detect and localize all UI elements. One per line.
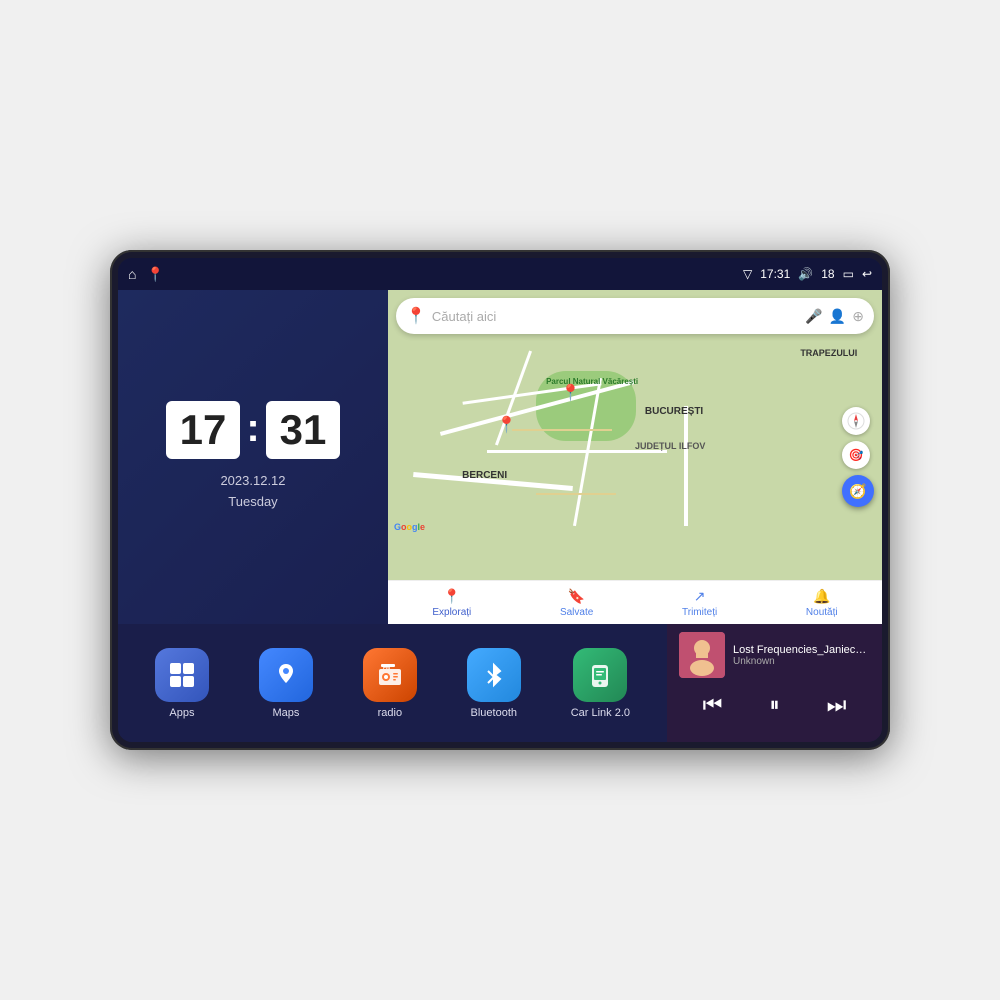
map-tab-saved[interactable]: 🔖 Salvate — [560, 588, 593, 618]
volume-level: 18 — [821, 267, 834, 281]
google-logo: Google — [394, 522, 425, 532]
map-tab-news[interactable]: 🔔 Noutăți — [806, 588, 838, 618]
music-info: Lost Frequencies_Janieck Devy-... Unknow… — [679, 632, 870, 678]
map-right-buttons: 🎯 🧭 — [842, 407, 874, 507]
map-label-bucuresti: BUCUREȘTI — [645, 406, 703, 417]
clock-status: 17:31 — [760, 267, 790, 281]
map-bottom-bar: 📍 Explorați 🔖 Salvate ↗ Trimiteți 🔔 — [388, 580, 882, 624]
send-icon: ↗ — [694, 588, 706, 605]
status-bar: ⌂ 📍 ▽ 17:31 🔊 18 ▭ ↩ — [118, 258, 882, 290]
device-screen: ⌂ 📍 ▽ 17:31 🔊 18 ▭ ↩ 17 : — [118, 258, 882, 742]
status-bar-left: ⌂ 📍 — [128, 266, 164, 283]
saved-label: Salvate — [560, 607, 593, 618]
map-tab-send[interactable]: ↗ Trimiteți — [682, 588, 717, 618]
home-icon[interactable]: ⌂ — [128, 266, 136, 282]
bluetooth-label: Bluetooth — [471, 707, 517, 719]
carlink-icon — [573, 648, 627, 702]
main-content: 17 : 31 2023.12.12 Tuesday 📍 Căutați aic… — [118, 290, 882, 742]
road-extra3 — [512, 429, 612, 431]
music-player: Lost Frequencies_Janieck Devy-... Unknow… — [667, 624, 882, 742]
volume-icon: 🔊 — [798, 267, 813, 281]
map-pin-leroy: 📍 — [497, 415, 517, 435]
map-label-parcul: Parcul Natural Văcărești — [546, 377, 638, 386]
app-item-radio[interactable]: FM radio — [363, 648, 417, 719]
map-search-bar[interactable]: 📍 Căutați aici 🎤 👤 ⊕ — [396, 298, 874, 334]
compass-button[interactable] — [842, 407, 870, 435]
bluetooth-icon — [467, 648, 521, 702]
google-maps-icon: 📍 — [406, 306, 426, 326]
map-label-trapezului: TRAPEZULUI — [800, 348, 857, 358]
music-artist: Unknown — [733, 656, 870, 667]
map-label-berceni: BERCENI — [462, 470, 507, 481]
status-bar-right: ▽ 17:31 🔊 18 ▭ ↩ — [743, 267, 872, 281]
maps-icon — [259, 648, 313, 702]
account-icon[interactable]: 👤 — [829, 308, 846, 325]
carlink-label: Car Link 2.0 — [571, 707, 630, 719]
explore-icon: 📍 — [443, 588, 460, 605]
map-search-placeholder: Căutați aici — [432, 309, 799, 324]
clock-colon: : — [246, 406, 259, 451]
music-meta: Lost Frequencies_Janieck Devy-... Unknow… — [733, 644, 870, 667]
device-frame: ⌂ 📍 ▽ 17:31 🔊 18 ▭ ↩ 17 : — [110, 250, 890, 750]
news-label: Noutăți — [806, 607, 838, 618]
explore-label: Explorați — [432, 607, 471, 618]
send-label: Trimiteți — [682, 607, 717, 618]
navigate-button[interactable]: 🧭 — [842, 475, 874, 507]
next-button[interactable]: ⏭ — [819, 688, 855, 722]
clock-date: 2023.12.12 Tuesday — [220, 471, 285, 513]
radio-label: radio — [378, 707, 402, 719]
app-item-carlink[interactable]: Car Link 2.0 — [571, 648, 630, 719]
clock-hour: 17 — [166, 401, 241, 459]
music-controls: ⏮ ⏸ ⏭ — [679, 688, 870, 722]
map-pin-parcul: 📍 — [561, 383, 581, 403]
news-icon: 🔔 — [813, 588, 830, 605]
music-thumbnail — [679, 632, 725, 678]
app-item-maps[interactable]: Maps — [259, 648, 313, 719]
play-pause-button[interactable]: ⏸ — [762, 690, 788, 721]
maps-shortcut-icon[interactable]: 📍 — [146, 266, 163, 283]
radio-icon: FM — [363, 648, 417, 702]
road-extra4 — [536, 493, 616, 495]
back-button[interactable]: ↩ — [862, 267, 872, 281]
location-button[interactable]: 🎯 — [842, 441, 870, 469]
battery-icon: ▭ — [843, 267, 854, 281]
apps-icon — [155, 648, 209, 702]
music-title: Lost Frequencies_Janieck Devy-... — [733, 644, 870, 656]
app-item-bluetooth[interactable]: Bluetooth — [467, 648, 521, 719]
mic-icon[interactable]: 🎤 — [805, 308, 822, 325]
prev-button[interactable]: ⏮ — [695, 688, 731, 722]
top-section: 17 : 31 2023.12.12 Tuesday 📍 Căutați aic… — [118, 290, 882, 624]
map-tab-explore[interactable]: 📍 Explorați — [432, 588, 471, 618]
map-panel[interactable]: 📍 Căutați aici 🎤 👤 ⊕ — [388, 290, 882, 624]
map-label-ilfov: JUDEȚUL ILFOV — [635, 441, 705, 451]
saved-icon: 🔖 — [568, 588, 585, 605]
clock-minute: 31 — [266, 401, 341, 459]
apps-label: Apps — [169, 707, 194, 719]
clock-display: 17 : 31 — [166, 401, 341, 459]
clock-panel: 17 : 31 2023.12.12 Tuesday — [118, 290, 388, 624]
road-v2 — [684, 406, 688, 526]
maps-label: Maps — [272, 707, 299, 719]
app-item-apps[interactable]: Apps — [155, 648, 209, 719]
map-layers-icon[interactable]: ⊕ — [852, 308, 864, 325]
bottom-section: Apps Maps — [118, 624, 882, 742]
apps-panel: Apps Maps — [118, 624, 667, 742]
signal-icon: ▽ — [743, 267, 752, 281]
album-art — [679, 632, 725, 678]
svg-text:FM: FM — [383, 665, 390, 671]
